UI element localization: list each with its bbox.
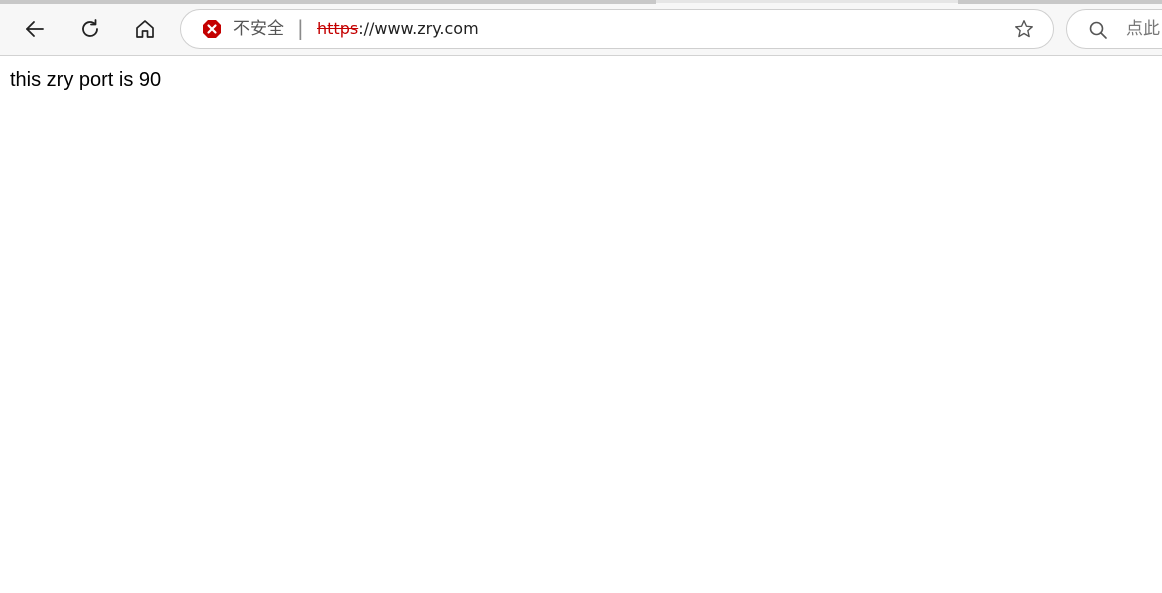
home-icon — [136, 20, 154, 38]
back-button[interactable] — [18, 12, 52, 46]
refresh-button[interactable] — [73, 12, 107, 46]
search-icon — [1089, 21, 1107, 39]
arrow-left-icon — [26, 21, 44, 37]
search-box[interactable]: 点此 — [1066, 9, 1162, 49]
not-secure-x-icon[interactable] — [202, 19, 222, 39]
browser-toolbar: 不安全 | https://www.zry.com 点此 — [0, 0, 1162, 56]
tab-strip-left — [0, 0, 656, 4]
star-icon[interactable] — [1013, 18, 1035, 40]
security-status-label[interactable]: 不安全 — [233, 19, 284, 39]
search-placeholder: 点此 — [1126, 19, 1160, 39]
url-text[interactable]: https://www.zry.com — [317, 19, 479, 39]
tab-strip-right — [958, 0, 1162, 4]
tab-strip-active — [656, 0, 958, 3]
url-scheme: https — [317, 19, 359, 38]
address-bar[interactable]: 不安全 | https://www.zry.com — [180, 9, 1054, 49]
address-separator: | — [297, 16, 304, 40]
url-host: ://www.zry.com — [358, 19, 479, 38]
refresh-icon — [82, 19, 98, 37]
page-body-text: this zry port is 90 — [10, 69, 162, 91]
home-button[interactable] — [128, 12, 162, 46]
